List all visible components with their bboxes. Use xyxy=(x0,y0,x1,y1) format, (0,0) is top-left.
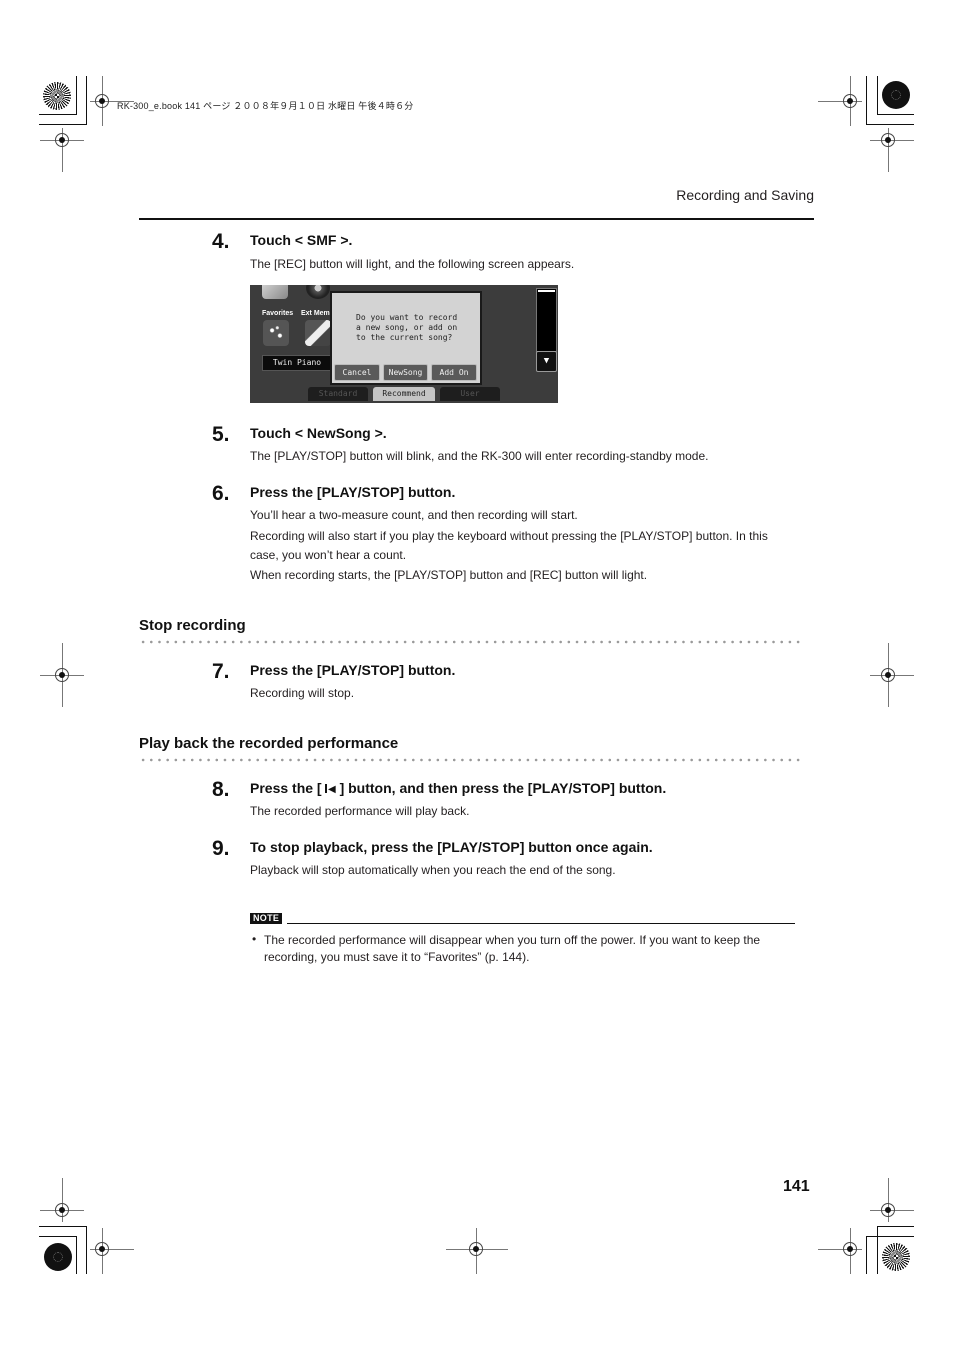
note-bullet: • xyxy=(252,932,257,946)
step-number: 9. xyxy=(212,837,230,860)
add-on-button[interactable]: Add On xyxy=(431,364,477,381)
step-number: 4. xyxy=(212,230,230,253)
step-title: Press the [PLAY/STOP] button. xyxy=(250,484,456,500)
dialog-message: Do you want to record a new song, or add… xyxy=(356,313,458,342)
step-number: 5. xyxy=(212,423,230,446)
tab-standard[interactable]: Standard xyxy=(308,387,368,401)
usb-memory-icon[interactable] xyxy=(305,320,331,346)
note-rule xyxy=(287,923,795,924)
step-number: 8. xyxy=(212,778,230,801)
step-body: The recorded performance will play back. xyxy=(250,804,470,818)
note-text: The recorded performance will disappear … xyxy=(264,933,761,964)
scrollbar[interactable] xyxy=(536,288,557,352)
registration-disc-icon xyxy=(882,1243,910,1271)
step-number: 6. xyxy=(212,482,230,505)
step-body: Recording will also start if you play th… xyxy=(250,529,768,562)
page-number: 141 xyxy=(783,1178,810,1195)
running-header: Recording and Saving xyxy=(676,187,814,203)
section-heading: Play back the recorded performance xyxy=(139,735,399,752)
step-title-part: ] button, and then press the [PLAY/STOP]… xyxy=(335,780,667,796)
screen-capture: Favorites Ext Memo Twin Piano Do you wan… xyxy=(250,285,558,403)
registration-mark-icon xyxy=(843,1242,857,1256)
header-rule xyxy=(139,218,814,220)
registration-mark-icon xyxy=(95,94,109,108)
new-song-button[interactable]: NewSong xyxy=(383,364,428,381)
step-title: Press the [ ◀ ] button, and then press t… xyxy=(250,780,666,796)
step-body: When recording starts, the [PLAY/STOP] b… xyxy=(250,568,648,582)
note-badge: NOTE xyxy=(250,913,283,924)
dotted-rule xyxy=(139,640,804,644)
registration-mark-icon xyxy=(55,1203,69,1217)
tab-recommend[interactable]: Recommend xyxy=(373,387,435,401)
step-title: Press the [PLAY/STOP] button. xyxy=(250,662,456,678)
top-left-tile xyxy=(262,285,288,299)
scroll-thumb[interactable] xyxy=(538,290,555,292)
step-body: Playback will stop automatically when yo… xyxy=(250,863,616,877)
registration-mark-icon xyxy=(843,94,857,108)
print-slug: RK-300_e.book 141 ページ ２００８年９月１０日 水曜日 午後４… xyxy=(117,101,414,111)
registration-mark-icon xyxy=(95,1242,109,1256)
sparkles-icon[interactable] xyxy=(263,320,289,346)
scroll-down-arrow-icon[interactable]: ▼ xyxy=(536,351,557,372)
tone-name-display: Twin Piano xyxy=(262,355,332,371)
step-title: Touch < SMF >. xyxy=(250,232,353,248)
cd-icon xyxy=(306,285,330,299)
registration-mark-icon xyxy=(881,1203,895,1217)
section-heading: Stop recording xyxy=(139,617,246,634)
favorites-label: Favorites xyxy=(262,310,294,317)
tab-user[interactable]: User xyxy=(440,387,500,401)
registration-disc-icon xyxy=(882,81,910,109)
step-body: The [PLAY/STOP] button will blink, and t… xyxy=(250,449,709,463)
step-number: 7. xyxy=(212,660,230,683)
registration-disc-icon xyxy=(43,82,71,110)
step-title: Touch < NewSong >. xyxy=(250,425,387,441)
step-body: The [REC] button will light, and the fol… xyxy=(250,257,575,271)
skip-to-start-icon: ◀ xyxy=(325,784,336,795)
dotted-rule xyxy=(139,758,804,762)
registration-mark-icon xyxy=(881,133,895,147)
registration-mark-icon xyxy=(469,1242,483,1256)
step-body: You’ll hear a two-measure count, and the… xyxy=(250,508,578,522)
registration-mark-icon xyxy=(881,668,895,682)
step-title-part: Press the [ xyxy=(250,780,326,796)
cancel-button[interactable]: Cancel xyxy=(334,364,380,381)
step-title: To stop playback, press the [PLAY/STOP] … xyxy=(250,839,653,855)
registration-mark-icon xyxy=(55,133,69,147)
registration-mark-icon xyxy=(55,668,69,682)
registration-disc-icon xyxy=(44,1243,72,1271)
record-dialog: Do you want to record a new song, or add… xyxy=(330,291,482,385)
step-body: Recording will stop. xyxy=(250,686,355,700)
